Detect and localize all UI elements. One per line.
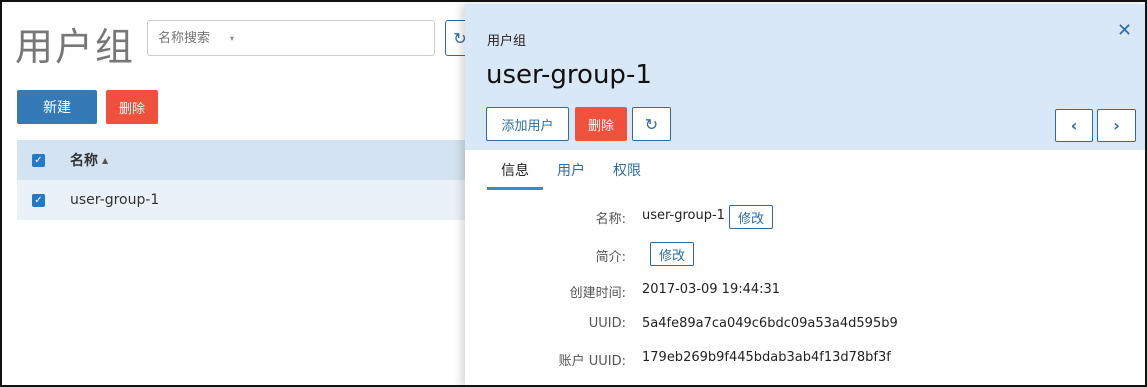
row-name[interactable]: user-group-1 [70,192,159,208]
panel-delete-button[interactable]: 删除 [575,107,627,141]
account-uuid-label: 账户 UUID: [558,354,626,369]
search-box[interactable]: ▾ [147,20,435,56]
tab-permissions[interactable]: 权限 [599,160,655,190]
chevron-right-icon: › [1113,116,1120,135]
search-input[interactable] [158,30,228,46]
select-all-checkbox[interactable]: ✓ [32,153,45,167]
close-icon[interactable]: ✕ [1117,20,1132,41]
tab-users[interactable]: 用户 [543,160,599,190]
panel-header: 用户组 user-group-1 ✕ 添加用户 删除 ↻ ‹ › [465,4,1145,150]
sort-ascending-icon[interactable]: ▲ [102,156,108,165]
panel-subtitle: 用户组 [487,34,527,49]
info-row-created: 创建时间: 2017-03-09 19:44:31 [465,276,1145,304]
account-uuid-value: 179eb269b9f445bdab3ab4f13d78bf3f [642,350,891,365]
row-checkbox[interactable]: ✓ [32,193,45,207]
name-label: 名称: [595,212,626,227]
add-user-button[interactable]: 添加用户 [486,107,569,141]
edit-description-button[interactable]: 修改 [650,242,694,266]
uuid-value: 5a4fe89a7ca049c6bdc09a53a4d595b9 [642,316,898,331]
panel-refresh-button[interactable]: ↻ [632,107,671,141]
info-row-uuid: UUID: 5a4fe89a7ca049c6bdc09a53a4d595b9 [465,310,1145,338]
chevron-down-icon[interactable]: ▾ [230,34,234,43]
previous-button[interactable]: ‹ [1055,109,1093,142]
edit-name-button[interactable]: 修改 [729,205,773,229]
column-header-name[interactable]: 名称 [70,150,98,170]
table-row[interactable]: ✓ user-group-1 [17,180,477,220]
app-window: 用户组 ▾ ↻ 新建 删除 ✓ 名称 ▲ ✓ user-group-1 用户组 … [0,0,1147,387]
info-row-name: 名称: user-group-1 修改 [465,202,1145,230]
next-button[interactable]: › [1097,109,1136,142]
panel-title: user-group-1 [486,60,652,90]
refresh-icon: ↻ [644,114,659,134]
detail-panel: 用户组 user-group-1 ✕ 添加用户 删除 ↻ ‹ › 信息 用户 权… [465,4,1145,385]
table-header: ✓ 名称 ▲ [17,140,477,180]
new-button[interactable]: 新建 [17,90,97,124]
info-row-account-uuid: 账户 UUID: 179eb269b9f445bdab3ab4f13d78bf3… [465,344,1145,372]
uuid-label: UUID: [588,316,626,331]
chevron-left-icon: ‹ [1070,116,1078,135]
info-row-description: 简介: 修改 [465,240,1145,268]
name-value: user-group-1 [642,208,725,223]
created-value: 2017-03-09 19:44:31 [642,282,781,297]
delete-button[interactable]: 删除 [106,90,158,124]
description-label: 简介: [595,250,626,265]
tab-info[interactable]: 信息 [487,160,543,190]
panel-tabs: 信息 用户 权限 [487,160,655,190]
page-title: 用户组 [15,25,136,69]
created-label: 创建时间: [569,286,626,301]
